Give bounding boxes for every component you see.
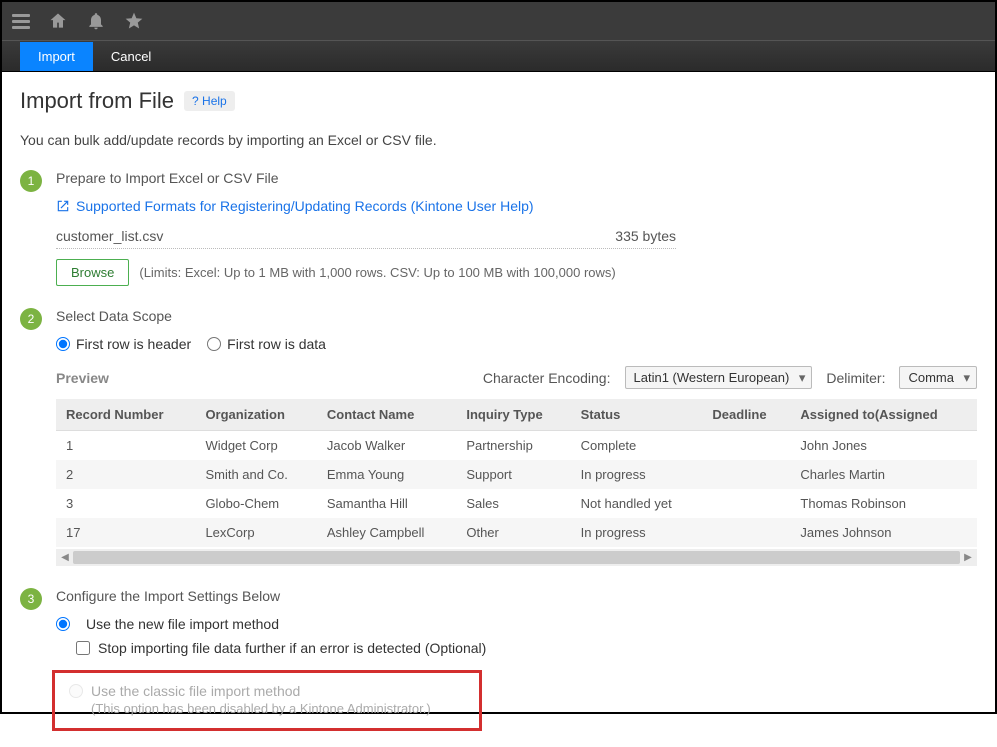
supported-formats-link[interactable]: Supported Formats for Registering/Updati… (76, 198, 534, 214)
disabled-option-highlight: Use the classic file import method (This… (52, 670, 482, 731)
table-cell: Samantha Hill (317, 489, 456, 518)
table-cell (702, 489, 790, 518)
table-row: 2Smith and Co.Emma YoungSupportIn progre… (56, 460, 977, 489)
table-cell: Emma Young (317, 460, 456, 489)
cancel-button[interactable]: Cancel (93, 42, 169, 71)
table-cell: Sales (456, 489, 570, 518)
radio-new-import-method[interactable]: Use the new file import method (56, 616, 977, 632)
table-cell: Charles Martin (790, 460, 977, 489)
table-cell: John Jones (790, 431, 977, 461)
table-cell: In progress (571, 460, 703, 489)
table-header: Deadline (702, 399, 790, 431)
table-cell: 1 (56, 431, 195, 461)
checkbox-stop-on-error[interactable]: Stop importing file data further if an e… (76, 640, 977, 656)
table-header: Inquiry Type (456, 399, 570, 431)
table-cell: Ashley Campbell (317, 518, 456, 547)
scroll-track[interactable] (73, 551, 960, 564)
table-cell: Thomas Robinson (790, 489, 977, 518)
preview-label: Preview (56, 370, 469, 386)
table-cell: 17 (56, 518, 195, 547)
table-cell: Widget Corp (195, 431, 316, 461)
table-cell: Support (456, 460, 570, 489)
home-icon[interactable] (48, 11, 68, 31)
import-button[interactable]: Import (20, 42, 93, 71)
step-2: 2 Select Data Scope First row is header … (20, 308, 977, 566)
table-row: 1Widget CorpJacob WalkerPartnershipCompl… (56, 431, 977, 461)
selected-file-row: customer_list.csv 335 bytes (56, 228, 676, 249)
table-header: Assigned to(Assigned (790, 399, 977, 431)
browse-button[interactable]: Browse (56, 259, 129, 286)
radio-first-row-header[interactable]: First row is header (56, 336, 191, 352)
table-header: Organization (195, 399, 316, 431)
delimiter-label: Delimiter: (826, 370, 885, 386)
step-2-badge: 2 (20, 308, 42, 330)
encoding-label: Character Encoding: (483, 370, 611, 386)
table-cell: James Johnson (790, 518, 977, 547)
table-header: Contact Name (317, 399, 456, 431)
table-cell: In progress (571, 518, 703, 547)
preview-table: Record NumberOrganizationContact NameInq… (56, 399, 977, 547)
page-content: Import from File ? Help You can bulk add… (2, 72, 995, 747)
horizontal-scrollbar[interactable]: ◀ ▶ (56, 549, 977, 566)
file-limits-text: (Limits: Excel: Up to 1 MB with 1,000 ro… (139, 265, 615, 280)
table-header: Record Number (56, 399, 195, 431)
table-cell: 2 (56, 460, 195, 489)
table-cell: Complete (571, 431, 703, 461)
selected-filename: customer_list.csv (56, 228, 163, 244)
menu-icon[interactable] (12, 14, 30, 29)
delimiter-select[interactable]: Comma (899, 366, 977, 389)
step-3-badge: 3 (20, 588, 42, 610)
step-3: 3 Configure the Import Settings Below Us… (20, 588, 977, 731)
table-cell: Smith and Co. (195, 460, 316, 489)
table-cell (702, 431, 790, 461)
step-2-title: Select Data Scope (56, 308, 977, 324)
page-title: Import from File (20, 88, 174, 114)
preview-table-wrap: Record NumberOrganizationContact NameInq… (56, 399, 977, 566)
table-cell: Not handled yet (571, 489, 703, 518)
help-link[interactable]: ? Help (184, 91, 235, 111)
radio-first-row-data[interactable]: First row is data (207, 336, 326, 352)
step-1-badge: 1 (20, 170, 42, 192)
action-bar: Import Cancel (2, 40, 995, 72)
table-cell: LexCorp (195, 518, 316, 547)
table-cell: Jacob Walker (317, 431, 456, 461)
table-header: Status (571, 399, 703, 431)
table-cell: Partnership (456, 431, 570, 461)
table-row: 17LexCorpAshley CampbellOtherIn progress… (56, 518, 977, 547)
encoding-select[interactable]: Latin1 (Western European) (625, 366, 813, 389)
scroll-right-icon[interactable]: ▶ (962, 552, 974, 563)
radio-classic-label: Use the classic file import method (91, 683, 300, 699)
page-description: You can bulk add/update records by impor… (20, 132, 977, 148)
notifications-icon[interactable] (86, 11, 106, 31)
step-1-title: Prepare to Import Excel or CSV File (56, 170, 977, 186)
step-1: 1 Prepare to Import Excel or CSV File Su… (20, 170, 977, 286)
favorites-icon[interactable] (124, 11, 144, 31)
table-cell (702, 460, 790, 489)
table-cell: Globo-Chem (195, 489, 316, 518)
table-cell: 3 (56, 489, 195, 518)
table-cell (702, 518, 790, 547)
scroll-left-icon[interactable]: ◀ (59, 552, 71, 563)
step-3-title: Configure the Import Settings Below (56, 588, 977, 604)
table-cell: Other (456, 518, 570, 547)
external-link-icon (56, 199, 70, 213)
radio-classic-import-method: Use the classic file import method (69, 683, 465, 699)
selected-filesize: 335 bytes (615, 228, 676, 244)
global-topbar (2, 2, 995, 40)
table-row: 3Globo-ChemSamantha HillSalesNot handled… (56, 489, 977, 518)
